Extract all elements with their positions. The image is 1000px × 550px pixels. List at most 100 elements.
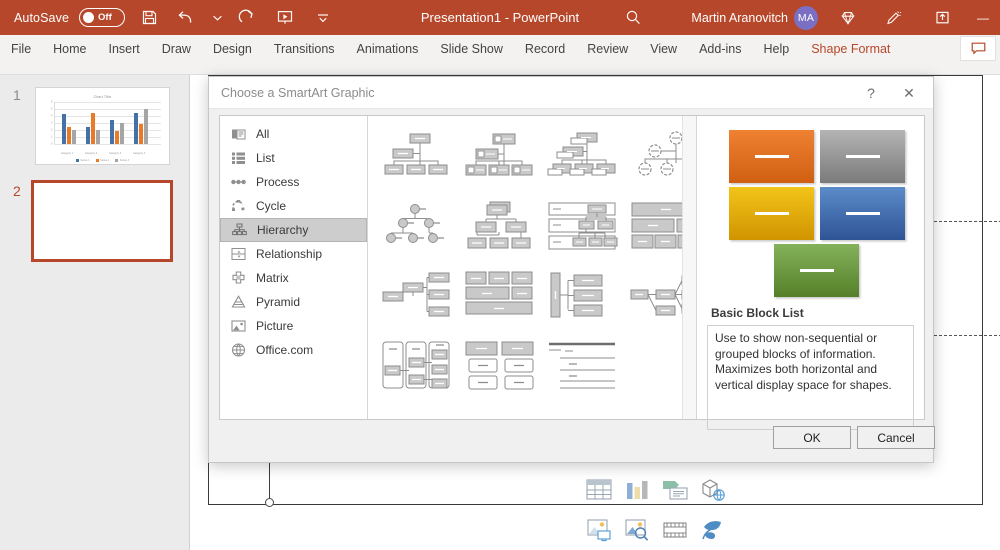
gallery-item-organization-chart[interactable] [378,126,456,188]
powerpoint-window: AutoSave Off Presentation1 - PowerPoint … [0,0,1000,550]
content-placeholder-icons [581,471,731,549]
customize-qat-icon[interactable] [309,5,337,31]
quick-access-toolbar: AutoSave Off [0,5,337,31]
3d-model-icon[interactable] [695,471,731,509]
category-label: Pyramid [256,295,301,309]
tab-animations[interactable]: Animations [346,35,430,62]
category-item-relationship[interactable]: Relationship [220,242,367,266]
gallery-scrollbar[interactable] [682,116,696,419]
category-item-hierarchy[interactable]: Hierarchy [220,218,367,242]
category-item-office-com[interactable]: Office.com [220,338,367,362]
dialog-help-button[interactable]: ? [855,77,887,109]
category-label: Office.com [256,343,314,357]
picture-icon[interactable] [581,511,617,549]
gallery-item-circle-picture-hierarchy[interactable] [378,196,456,258]
preview-block-3 [729,187,814,240]
tab-review[interactable]: Review [576,35,639,62]
legend-2: Series 2 [100,159,110,162]
category-item-all[interactable]: All [220,122,367,146]
ok-button[interactable]: OK [773,426,851,449]
table-icon[interactable] [581,471,617,509]
gallery-item-horizontal-multi-level-hierarchy[interactable] [544,266,622,328]
category-list[interactable]: All List Process Cycle Hierarchy Relatio… [220,116,368,419]
category-item-pyramid[interactable]: Pyramid [220,290,367,314]
minimize-button[interactable]: — [968,0,998,35]
category-item-process[interactable]: Process [220,170,367,194]
share-icon[interactable] [928,5,956,31]
avatar[interactable]: MA [794,5,818,30]
cancel-button[interactable]: Cancel [857,426,935,449]
smartart-icon[interactable] [657,471,693,509]
thumb-chart-title: Chart Title [93,95,112,99]
thumb-chart-cat-2: Category 2 [84,152,98,155]
autosave-toggle[interactable]: Off [79,8,126,27]
preview-title: Basic Block List [711,306,804,320]
tab-draw[interactable]: Draw [151,35,202,62]
preview-block-2 [820,130,905,183]
tab-home[interactable]: Home [42,35,97,62]
category-item-matrix[interactable]: Matrix [220,266,367,290]
autosave-label: AutoSave [14,10,70,25]
chart-icon[interactable] [619,471,655,509]
undo-icon[interactable] [173,5,201,31]
tab-design[interactable]: Design [202,35,263,62]
gallery-item-table-list[interactable] [544,336,622,398]
slide-thumbnail-panel[interactable]: 1 Chart Title 6 5 4 3 2 1 0 Category 1 C… [0,75,190,550]
gallery-item-hierarchy-list[interactable] [378,336,456,398]
gallery-item-picture-organization-chart[interactable] [461,126,539,188]
video-icon[interactable] [657,511,693,549]
autosave-state: Off [98,12,112,23]
thumb-chart-cat-3: Category 3 [108,152,122,155]
placeholder-handle[interactable] [265,498,274,507]
account-name[interactable]: Martin Aranovitch [691,11,788,25]
tab-transitions[interactable]: Transitions [263,35,346,62]
category-item-picture[interactable]: Picture [220,314,367,338]
stock-image-icon[interactable] [619,511,655,549]
tab-add-ins[interactable]: Add-ins [688,35,752,62]
gallery-item-architecture-layout[interactable] [461,266,539,328]
title-bar: AutoSave Off Presentation1 - PowerPoint … [0,0,1000,35]
slide-thumbnail-2[interactable] [31,180,173,262]
gallery-item-labeled-hierarchy[interactable] [544,196,622,258]
tab-file[interactable]: File [0,35,42,62]
slide-number-2: 2 [13,183,21,199]
globe-icon [230,342,247,359]
gallery-item-horizontal-organization-chart[interactable] [378,266,456,328]
gallery-item-hierarchy[interactable] [461,196,539,258]
ribbon-body [0,62,1000,75]
present-icon[interactable] [271,5,299,31]
tab-shape-format[interactable]: Shape Format [800,35,901,62]
toggle-knob [83,12,95,23]
preview-block-4 [820,187,905,240]
pen-icon[interactable] [880,5,908,31]
cycle-icon [230,198,247,215]
comments-button[interactable] [960,36,996,61]
tab-help[interactable]: Help [752,35,800,62]
gallery-item-name-and-title-organization-chart[interactable] [544,126,622,188]
diamond-icon[interactable] [834,5,862,31]
process-icon [230,174,247,191]
tab-slide-show[interactable]: Slide Show [429,35,514,62]
comment-icon [971,42,985,55]
search-icon[interactable] [619,5,647,31]
category-item-cycle[interactable]: Cycle [220,194,367,218]
matrix-icon [230,270,247,287]
category-label: Picture [256,319,294,333]
category-item-list[interactable]: List [220,146,367,170]
hierarchy-icon [231,222,248,239]
category-label: Relationship [256,247,323,261]
category-label: All [256,127,270,141]
undo-dropdown-icon[interactable] [211,5,223,31]
dialog-title-bar: Choose a SmartArt Graphic ? ✕ [209,77,933,109]
icons-icon[interactable] [695,511,731,549]
tab-view[interactable]: View [639,35,688,62]
smartart-gallery[interactable] [368,116,696,419]
redo-icon[interactable] [233,5,261,31]
slide-thumbnail-1[interactable]: Chart Title 6 5 4 3 2 1 0 Category 1 Cat… [35,87,170,165]
save-icon[interactable] [135,5,163,31]
gallery-item-lined-list[interactable] [461,336,539,398]
dialog-close-button[interactable]: ✕ [893,77,925,109]
tab-record[interactable]: Record [514,35,576,62]
titlebar-right-cluster: Martin Aranovitch MA — [619,0,1000,35]
tab-insert[interactable]: Insert [98,35,151,62]
